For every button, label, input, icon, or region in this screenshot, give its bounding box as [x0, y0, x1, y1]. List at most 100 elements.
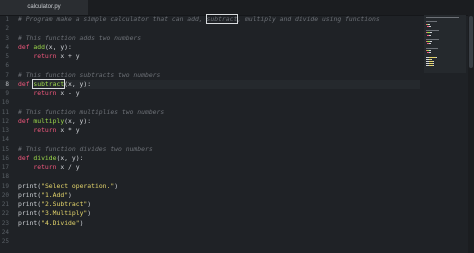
- code-token: return: [18, 52, 61, 60]
- code-line[interactable]: 9 return x - y: [0, 89, 420, 98]
- code-line[interactable]: 13 return x * y: [0, 126, 420, 135]
- minimap-line: [428, 23, 430, 25]
- code-token: print: [18, 200, 38, 208]
- code-line[interactable]: 25: [0, 237, 420, 246]
- code-line[interactable]: 17 return x / y: [0, 163, 420, 172]
- code-token: # This function subtracts two numbers: [18, 70, 161, 79]
- line-number: 3: [5, 34, 9, 42]
- code-line[interactable]: 21 print("2.Subtract"): [0, 200, 420, 209]
- code-token: # This function adds two numbers: [18, 33, 142, 42]
- code-text: print("4.Divide"): [18, 219, 83, 228]
- code-token: # This function multiplies two numbers: [18, 107, 165, 116]
- code-token: return: [18, 163, 61, 171]
- editor-window: calculator.py 1 # Program make a simple c…: [0, 0, 474, 253]
- line-number: 12: [1, 117, 9, 125]
- code-line[interactable]: 20 print("1.Add"): [0, 191, 420, 200]
- code-token: add: [33, 42, 45, 51]
- code-line[interactable]: 15 # This function divides two numbers: [0, 145, 420, 154]
- code-line[interactable]: 6: [0, 61, 420, 70]
- code-token: ): [87, 200, 92, 208]
- code-token: x * y: [60, 126, 80, 134]
- minimap-line: [426, 30, 439, 32]
- code-text: # This function subtracts two numbers: [18, 71, 160, 80]
- minimap-line: [430, 41, 432, 43]
- line-number: 9: [5, 90, 9, 97]
- code-text: # This function adds two numbers: [18, 34, 141, 43]
- code-token: multiply: [33, 116, 65, 125]
- line-number: 18: [1, 173, 9, 181]
- minimap-line: [430, 32, 432, 34]
- minimap[interactable]: [424, 15, 466, 73]
- code-line[interactable]: 14: [0, 135, 420, 144]
- vertical-scrollbar[interactable]: [468, 15, 474, 253]
- minimap-line: [426, 39, 439, 40]
- code-editor[interactable]: 1 # Program make a simple calculator that…: [0, 14, 420, 253]
- code-line[interactable]: 4 def add(x, y):: [0, 43, 420, 52]
- code-token: "1.Add": [41, 190, 69, 199]
- code-token: "2.Subtract": [41, 200, 88, 208]
- minimap-line: [433, 61, 434, 62]
- code-token: (x, y):: [64, 79, 92, 88]
- code-line[interactable]: 16 def divide(x, y):: [0, 154, 420, 163]
- code-token: ): [114, 181, 119, 190]
- code-token: x - y: [60, 89, 80, 97]
- line-number: 25: [1, 238, 9, 245]
- code-line[interactable]: 18: [0, 172, 420, 181]
- code-line[interactable]: 1 # Program make a simple calculator that…: [0, 14, 420, 24]
- code-token: def: [18, 116, 34, 125]
- line-number: 14: [1, 136, 9, 144]
- line-number: 5: [5, 53, 9, 60]
- code-text: # This function divides two numbers: [18, 145, 153, 154]
- search-highlight: subtract: [32, 78, 66, 89]
- code-line[interactable]: 11 # This function multiplies two numbers: [0, 108, 420, 117]
- code-line[interactable]: 2: [0, 24, 420, 33]
- code-token: # Program make a simple calculator that …: [18, 15, 207, 23]
- code-token: "3.Multiply": [41, 209, 88, 218]
- minimap-line: [446, 17, 459, 18]
- code-text: # This function multiplies two numbers: [18, 108, 164, 117]
- line-number: 22: [1, 210, 9, 218]
- line-number: 13: [1, 127, 9, 134]
- code-token: print: [18, 190, 38, 199]
- code-line[interactable]: 24: [0, 228, 420, 237]
- line-number: 23: [1, 219, 9, 227]
- line-number: 7: [5, 71, 9, 79]
- code-token: print: [18, 181, 38, 190]
- line-number: 10: [1, 99, 9, 107]
- tab-bar: calculator.py: [0, 0, 474, 16]
- code-token: "4.Divide": [41, 218, 80, 227]
- tab-calculator-py[interactable]: calculator.py: [0, 0, 88, 15]
- code-token: print: [18, 218, 38, 227]
- scrollbar-thumb[interactable]: [469, 16, 473, 68]
- code-token: , multiply and divide using functions: [237, 15, 380, 23]
- code-text: def divide(x, y):: [18, 154, 83, 163]
- line-number: 17: [1, 164, 9, 171]
- code-line[interactable]: 22 print("3.Multiply"): [0, 209, 420, 218]
- code-line[interactable]: 8 def subtract(x, y):: [0, 78, 420, 89]
- line-number: 20: [1, 191, 9, 199]
- code-token: ): [79, 218, 84, 227]
- code-token: (x, y):: [56, 153, 84, 162]
- line-number: 2: [5, 25, 9, 33]
- code-text: return x * y: [18, 126, 80, 135]
- code-text: # Program make a simple calculator that …: [18, 14, 380, 24]
- minimap-line: [429, 56, 436, 58]
- code-token: return: [18, 126, 61, 134]
- code-line[interactable]: 3 # This function adds two numbers: [0, 34, 420, 43]
- code-line[interactable]: 7 # This function subtracts two numbers: [0, 71, 420, 80]
- code-line[interactable]: 19 print("Select operation."): [0, 182, 420, 191]
- code-text: return x + y: [18, 52, 79, 61]
- code-line[interactable]: 23 print("4.Divide"): [0, 219, 420, 228]
- minimap-line: [426, 47, 438, 49]
- minimap-line: [426, 21, 437, 23]
- code-token: print: [18, 209, 38, 218]
- code-token: "Select operation.": [41, 181, 115, 190]
- code-text: return x - y: [18, 89, 80, 98]
- code-text: print("Select operation."): [18, 182, 118, 191]
- code-token: return: [18, 89, 61, 97]
- code-line[interactable]: 5 return x + y: [0, 52, 420, 61]
- code-line[interactable]: 12 def multiply(x, y):: [0, 117, 420, 126]
- code-line[interactable]: 10: [0, 98, 420, 107]
- code-text: print("1.Add"): [18, 191, 72, 200]
- minimap-line: [429, 50, 431, 51]
